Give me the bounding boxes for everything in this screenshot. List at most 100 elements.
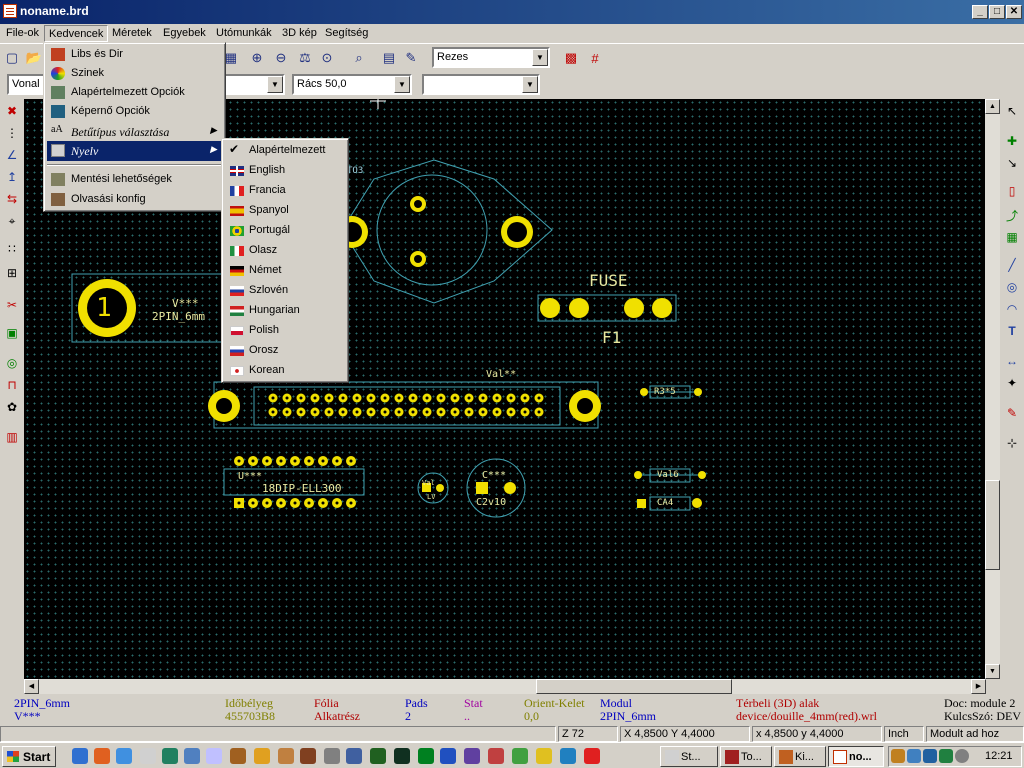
app-icon[interactable] — [464, 748, 480, 764]
select-arrow-icon[interactable]: ↖ — [1001, 101, 1023, 121]
grid-select[interactable]: Rács 50,0 ▼ — [292, 74, 412, 95]
app-icon[interactable] — [3, 4, 17, 18]
add-module-icon[interactable]: ▯ — [1001, 181, 1023, 201]
app-icon[interactable] — [418, 748, 434, 764]
menu-segitseg[interactable]: Segítség — [321, 25, 372, 42]
lang-hungarian[interactable]: Hungarian — [225, 301, 346, 321]
tray-icon[interactable] — [939, 749, 953, 763]
app-icon[interactable] — [536, 748, 552, 764]
scroll-thumb[interactable] — [536, 679, 732, 694]
pads-sketch-icon[interactable]: ◎ — [1, 353, 23, 373]
network-icon[interactable] — [162, 748, 178, 764]
scroll-down-icon[interactable]: ▼ — [985, 664, 1000, 679]
vertical-scrollbar[interactable]: ▲ ▼ — [985, 99, 1000, 679]
lang-italian[interactable]: Olasz — [225, 241, 346, 261]
chevron-down-icon[interactable]: ▼ — [267, 76, 283, 93]
app-icon[interactable] — [278, 748, 294, 764]
layer-select[interactable]: Rezes ▼ — [432, 47, 550, 68]
explorer-icon[interactable] — [140, 748, 156, 764]
tray-icon[interactable] — [907, 749, 921, 763]
lang-slovenian[interactable]: Szlovén — [225, 281, 346, 301]
delete-icon[interactable]: ✎ — [1001, 403, 1023, 423]
add-target-icon[interactable]: ✦ — [1001, 373, 1023, 393]
app-icon[interactable] — [346, 748, 362, 764]
drc-off-icon[interactable]: ✖ — [1, 101, 23, 121]
zoom-in-icon[interactable]: ⊕ — [246, 47, 268, 69]
menu-item-save-options[interactable]: Mentési lehetőségek — [47, 170, 223, 190]
scroll-right-icon[interactable]: ▶ — [971, 679, 986, 694]
add-circle-icon[interactable]: ◎ — [1001, 277, 1023, 297]
menu-egyebek[interactable]: Egyebek — [159, 25, 210, 42]
menu-item-screen-options[interactable]: Képernő Opciók — [47, 102, 223, 122]
units-mm-icon[interactable]: ⇆ — [1, 189, 23, 209]
lang-french[interactable]: Francia — [225, 181, 346, 201]
ie-icon[interactable] — [72, 748, 88, 764]
microwave-tools-icon[interactable]: ▥ — [1, 427, 23, 447]
new-file-icon[interactable]: ▢ — [1, 47, 23, 69]
add-zone-icon[interactable]: ▦ — [1001, 227, 1023, 247]
app-icon[interactable] — [254, 748, 270, 764]
set-offset-icon[interactable]: ⊹ — [1001, 433, 1023, 453]
zoom-select[interactable]: ▼ — [422, 74, 540, 95]
autoroute-icon[interactable]: # — [584, 47, 606, 69]
local-ratsnest-icon[interactable]: ↘ — [1001, 153, 1023, 173]
units-inch-icon[interactable]: ↥ — [1, 167, 23, 187]
menu-item-default-options[interactable]: Alapértelmezett Opciók — [47, 83, 223, 103]
tray-icon[interactable] — [891, 749, 905, 763]
app-icon[interactable] — [440, 748, 456, 764]
menu-file[interactable]: File-ok — [2, 25, 43, 42]
add-track-icon[interactable]: ⤴ — [1001, 205, 1023, 225]
maximize-button[interactable]: □ — [989, 5, 1005, 19]
high-contrast-icon[interactable]: ✿ — [1, 397, 23, 417]
start-button[interactable]: Start — [2, 746, 56, 767]
open-folder-icon[interactable]: 📂 — [23, 47, 45, 69]
chevron-down-icon[interactable]: ▼ — [522, 76, 538, 93]
task-button[interactable]: To... — [720, 746, 772, 767]
app-icon[interactable] — [394, 748, 410, 764]
app-icon[interactable] — [324, 748, 340, 764]
app-icon[interactable] — [560, 748, 576, 764]
cursor-shape-icon[interactable]: ⌖ — [1, 211, 23, 231]
netlist-icon[interactable]: ▤ — [378, 47, 400, 69]
highlight-net-icon[interactable]: ✚ — [1001, 131, 1023, 151]
task-button[interactable]: St... — [660, 746, 718, 767]
firefox-icon[interactable] — [94, 748, 110, 764]
horizontal-scrollbar[interactable]: ◀ ▶ — [24, 679, 986, 694]
scroll-thumb[interactable] — [985, 480, 1000, 570]
autoplace-icon[interactable]: ▩ — [560, 47, 582, 69]
lang-portuguese[interactable]: Portugál — [225, 221, 346, 241]
lang-german[interactable]: Német — [225, 261, 346, 281]
volume-icon[interactable] — [955, 749, 969, 763]
add-dimension-icon[interactable]: ↔ — [1001, 351, 1023, 371]
ratsnest-icon[interactable]: ∷ — [1, 239, 23, 259]
polar-coords-icon[interactable]: ∠ — [1, 145, 23, 165]
lang-english[interactable]: English — [225, 161, 346, 181]
app-icon[interactable] — [300, 748, 316, 764]
module-ratsnest-icon[interactable]: ⊞ — [1, 263, 23, 283]
task-button[interactable]: Ki... — [774, 746, 826, 767]
tray-icon[interactable] — [923, 749, 937, 763]
app-icon[interactable] — [512, 748, 528, 764]
scroll-left-icon[interactable]: ◀ — [24, 679, 39, 694]
menu-item-libs[interactable]: Libs és Dir — [47, 45, 223, 65]
auto-delete-track-icon[interactable]: ✂ — [1, 295, 23, 315]
scroll-up-icon[interactable]: ▲ — [985, 99, 1000, 114]
zoom-out-icon[interactable]: ⊖ — [270, 47, 292, 69]
app-icon[interactable] — [584, 748, 600, 764]
add-line-icon[interactable]: ╱ — [1001, 255, 1023, 275]
app-icon[interactable] — [370, 748, 386, 764]
minimize-button[interactable]: _ — [972, 5, 988, 19]
menu-item-language[interactable]: Nyelv ▶ — [47, 141, 223, 161]
menu-item-font[interactable]: aA Betűtípus választása ▶ — [47, 122, 223, 142]
menu-3d[interactable]: 3D kép — [278, 25, 321, 42]
menu-meretek[interactable]: Méretek — [108, 25, 156, 42]
chevron-down-icon[interactable]: ▼ — [394, 76, 410, 93]
lang-default[interactable]: ✔ Alapértelmezett — [225, 141, 346, 161]
desktop-icon[interactable] — [116, 748, 132, 764]
chevron-down-icon[interactable]: ▼ — [532, 49, 548, 66]
app-icon[interactable] — [206, 748, 222, 764]
task-button-active[interactable]: no... — [828, 746, 884, 767]
lang-russian[interactable]: Orosz — [225, 341, 346, 361]
show-zones-icon[interactable]: ▣ — [1, 323, 23, 343]
grid-toggle-icon[interactable]: ⋮ — [1, 123, 23, 143]
